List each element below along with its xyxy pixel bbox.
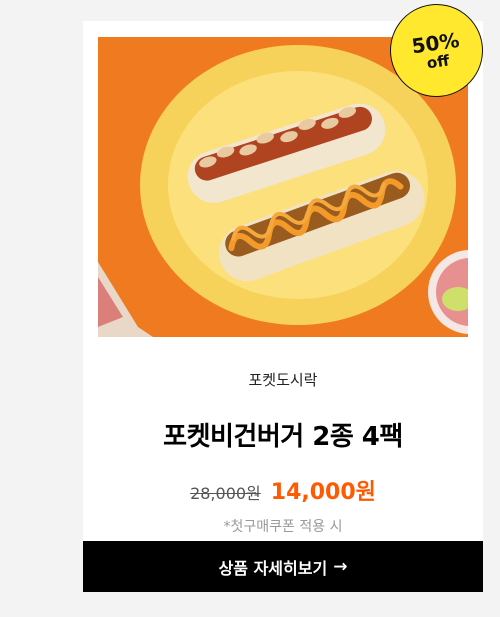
original-price: 28,000원 bbox=[190, 484, 261, 503]
discount-label: off bbox=[425, 50, 451, 72]
product-card[interactable]: 포켓도시락 포켓비건버거 2종 4팩 28,000원 14,000원 *첫구매쿠… bbox=[83, 21, 483, 592]
brand-name: 포켓도시락 bbox=[248, 371, 318, 389]
product-name: 포켓비건버거 2종 4팩 bbox=[163, 422, 403, 452]
price-row: 28,000원 14,000원 bbox=[83, 474, 483, 506]
coupon-note: *첫구매쿠폰 적용 시 bbox=[223, 519, 343, 535]
view-details-button[interactable]: 상품 자세히보기 → bbox=[83, 541, 483, 592]
sale-price: 14,000원 bbox=[270, 480, 376, 505]
view-details-label: 상품 자세히보기 bbox=[218, 558, 328, 578]
arrow-right-icon: → bbox=[333, 556, 348, 577]
